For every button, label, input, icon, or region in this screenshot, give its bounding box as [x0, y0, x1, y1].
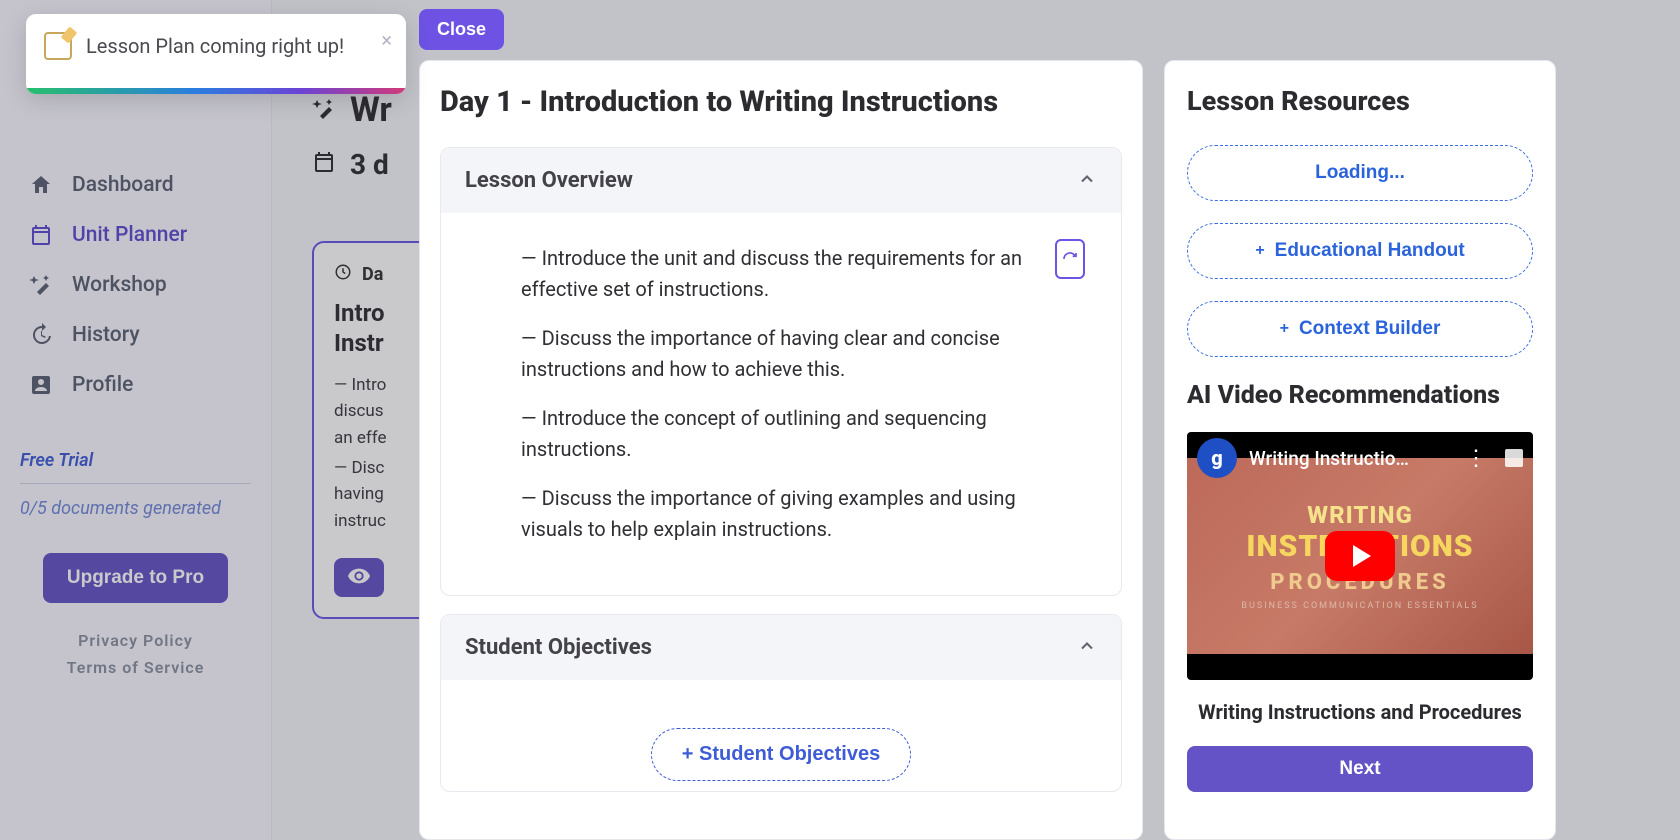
- resource-loading[interactable]: Loading...: [1187, 145, 1533, 201]
- video-thumbnail[interactable]: WRITING INSTRUCTIONS PROCEDURES BUSINESS…: [1187, 432, 1533, 680]
- resources-title: Lesson Resources: [1187, 85, 1533, 117]
- kebab-icon[interactable]: ⋮: [1459, 446, 1493, 471]
- modal-heading: Day 1 - Introduction to Writing Instruct…: [440, 85, 1122, 119]
- accordion-header-objectives[interactable]: Student Objectives: [441, 615, 1121, 680]
- overview-item: — Introduce the unit and discuss the req…: [521, 243, 1081, 305]
- video-overlay-title: Writing Instructio…: [1249, 447, 1447, 470]
- accordion-title: Lesson Overview: [465, 168, 633, 193]
- resource-context-builder[interactable]: + Context Builder: [1187, 301, 1533, 357]
- channel-avatar[interactable]: g: [1197, 438, 1237, 478]
- overview-item: — Introduce the concept of outlining and…: [521, 403, 1081, 465]
- context-label: Context Builder: [1299, 318, 1440, 340]
- lesson-modal: Day 1 - Introduction to Writing Instruct…: [419, 60, 1143, 840]
- plus-icon: +: [1280, 320, 1289, 338]
- toast: Lesson Plan coming right up! ×: [26, 14, 406, 94]
- toast-progress: [26, 88, 406, 94]
- accordion-body-overview: — Introduce the unit and discuss the req…: [441, 213, 1121, 595]
- chevron-up-icon: [1077, 169, 1097, 193]
- accordion-header-overview[interactable]: Lesson Overview: [441, 148, 1121, 213]
- play-icon[interactable]: [1325, 531, 1395, 581]
- resource-handout[interactable]: + Educational Handout: [1187, 223, 1533, 279]
- videos-heading: AI Video Recommendations: [1187, 381, 1533, 410]
- video-caption: Writing Instructions and Procedures: [1187, 700, 1533, 724]
- note-icon: [44, 32, 72, 60]
- accordion-title: Student Objectives: [465, 635, 652, 660]
- close-button[interactable]: Close: [419, 9, 504, 50]
- resources-panel: Lesson Resources Loading... + Educationa…: [1164, 60, 1556, 840]
- chevron-up-icon: [1077, 636, 1097, 660]
- accordion-overview: Lesson Overview — Introduce the unit and…: [440, 147, 1122, 596]
- close-icon[interactable]: ×: [381, 28, 392, 52]
- share-icon[interactable]: [1505, 449, 1523, 467]
- loading-label: Loading...: [1315, 162, 1405, 184]
- video-card: WRITING INSTRUCTIONS PROCEDURES BUSINESS…: [1187, 432, 1533, 792]
- accordion-objectives: Student Objectives + Student Objectives: [440, 614, 1122, 792]
- still-line: WRITING: [1307, 501, 1413, 529]
- overview-item: — Discuss the importance of having clear…: [521, 323, 1081, 385]
- accordion-body-objectives: + Student Objectives: [441, 680, 1121, 791]
- overview-item: — Discuss the importance of giving examp…: [521, 483, 1081, 545]
- add-objectives-button[interactable]: + Student Objectives: [651, 728, 911, 781]
- regenerate-button[interactable]: [1055, 239, 1085, 279]
- handout-label: Educational Handout: [1275, 240, 1465, 262]
- plus-icon: +: [1255, 242, 1264, 260]
- still-sub: BUSINESS COMMUNICATION ESSENTIALS: [1241, 601, 1478, 611]
- toast-text: Lesson Plan coming right up!: [86, 34, 344, 58]
- next-button[interactable]: Next: [1187, 746, 1533, 792]
